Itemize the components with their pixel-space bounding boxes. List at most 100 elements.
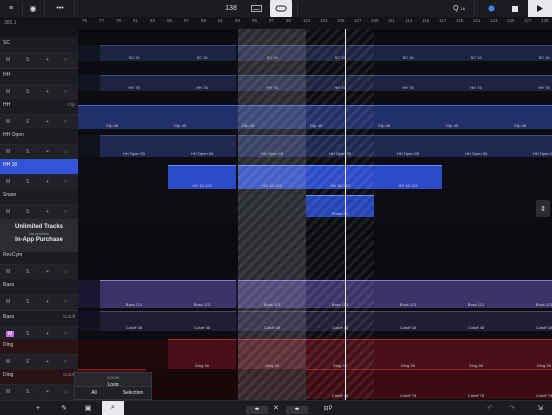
mute-button[interactable]: M <box>6 89 10 95</box>
mute-button[interactable]: M <box>6 119 10 125</box>
clip[interactable]: HH Open 55 <box>168 135 236 157</box>
clip[interactable]: SC 15 <box>374 45 442 61</box>
solo-button[interactable]: S <box>26 331 29 337</box>
mute-button[interactable]: M <box>6 149 10 155</box>
clip[interactable]: HH Open 55 <box>374 135 442 157</box>
redo-icon[interactable]: ↷ <box>506 401 518 415</box>
arm-record-icon[interactable]: ○ <box>64 299 67 305</box>
keyboard-icon[interactable] <box>246 0 266 17</box>
clip[interactable]: Bass 113 <box>442 280 510 308</box>
clip[interactable]: Ding 36 <box>442 339 510 369</box>
clip[interactable]: HH Open 55 <box>100 135 168 157</box>
clip[interactable]: Cutoff 48 <box>510 311 552 331</box>
more-icon[interactable]: ••• <box>50 0 70 17</box>
mute-button[interactable]: M <box>6 209 10 215</box>
clip[interactable]: Cutoff 48 <box>100 311 168 331</box>
nudge-left-button[interactable]: ◂▸ <box>246 406 268 414</box>
solo-button[interactable]: S <box>26 389 29 395</box>
clip[interactable]: Cutoff 78 <box>374 369 442 399</box>
clip[interactable]: HH Open 55 <box>442 135 510 157</box>
clip[interactable]: HH 76 <box>374 75 442 91</box>
track-header[interactable]: Ding <box>0 339 78 355</box>
solo-button[interactable]: S <box>26 57 29 63</box>
nudge-right-button[interactable]: ◂▸ <box>286 406 308 414</box>
arrangement-view[interactable]: SC 15SC 15SC 15SC 15SC 15SC 15SC 15HH 76… <box>78 29 552 400</box>
mute-button[interactable]: M <box>6 179 10 185</box>
stop-button[interactable] <box>508 0 522 17</box>
clip[interactable]: HH Open 55 <box>510 135 552 157</box>
add-clip-icon[interactable]: + <box>46 331 49 337</box>
mute-button[interactable]: M <box>6 331 15 337</box>
select-tool-icon[interactable]: ▣ <box>82 401 94 415</box>
track-header[interactable]: HH Open <box>0 129 78 145</box>
settings-icon[interactable]: ◉ <box>26 0 40 17</box>
clone-clip-icon[interactable]: ⊟P <box>320 401 336 415</box>
vertical-scroll-button[interactable]: ⇕ <box>536 200 550 217</box>
in-app-purchase-promo[interactable]: Unlimited Tracks via onetime In-App Purc… <box>0 219 78 252</box>
clip[interactable]: HH 76 <box>510 75 552 91</box>
clip[interactable]: Bass 113 <box>168 280 236 308</box>
clip[interactable]: Ding 36 <box>510 339 552 369</box>
add-clip-icon[interactable]: + <box>46 149 49 155</box>
arm-record-icon[interactable]: ○ <box>64 331 67 337</box>
zoom-tool-icon[interactable]: ⌕ <box>102 401 124 415</box>
zoom-selection-button[interactable]: Selection <box>113 390 153 396</box>
solo-button[interactable]: S <box>26 119 29 125</box>
clip[interactable]: Clip 45 <box>146 105 214 129</box>
loop-toggle-icon[interactable] <box>270 0 292 17</box>
solo-button[interactable]: S <box>26 299 29 305</box>
clip[interactable]: SC 15 <box>510 45 552 61</box>
record-button[interactable] <box>484 0 498 17</box>
track-header[interactable]: HH 16 <box>0 159 78 175</box>
clip[interactable]: SC 15 <box>168 45 236 61</box>
playhead[interactable] <box>345 29 346 400</box>
edit-wand-icon[interactable]: ✎ <box>58 401 70 415</box>
add-clip-icon[interactable]: + <box>46 89 49 95</box>
mute-button[interactable]: M <box>6 57 10 63</box>
add-icon[interactable]: + <box>32 401 44 415</box>
clip[interactable]: Clip 45 <box>78 105 146 129</box>
add-clip-icon[interactable]: + <box>46 269 49 275</box>
track-header[interactable]: Snare <box>0 189 78 205</box>
clip[interactable]: Cutoff 78 <box>442 369 510 399</box>
clip[interactable]: SC 15 <box>100 45 168 61</box>
solo-button[interactable]: S <box>26 359 29 365</box>
clip[interactable]: Ding 36 <box>374 339 442 369</box>
clip[interactable]: HH 76 <box>100 75 168 91</box>
clip[interactable]: Ding 36 <box>168 339 236 369</box>
track-header[interactable]: HH <box>0 69 78 85</box>
zoom-all-button[interactable]: All <box>75 390 113 396</box>
clip[interactable]: Bass 113 <box>510 280 552 308</box>
mute-button[interactable]: M <box>6 299 10 305</box>
add-clip-icon[interactable]: + <box>46 57 49 63</box>
clip[interactable]: HH 76 <box>168 75 236 91</box>
add-clip-icon[interactable]: + <box>46 299 49 305</box>
clip[interactable]: Cutoff 48 <box>374 311 442 331</box>
track-header[interactable]: Ding Cutoff <box>0 369 78 385</box>
clip[interactable]: Clip 45 <box>418 105 486 129</box>
arm-record-icon[interactable]: ○ <box>64 209 67 215</box>
tempo-display[interactable]: 138 <box>222 0 240 17</box>
arm-record-icon[interactable]: ○ <box>64 389 67 395</box>
track-header[interactable]: Bass <box>0 279 78 295</box>
solo-button[interactable]: S <box>26 179 29 185</box>
clip[interactable]: Bass 113 <box>100 280 168 308</box>
clip[interactable]: Clip 45 <box>486 105 552 129</box>
play-button[interactable] <box>528 0 552 17</box>
resize-icon[interactable]: ⇲ <box>530 401 550 415</box>
solo-button[interactable]: S <box>26 269 29 275</box>
clip[interactable]: SC 15 <box>442 45 510 61</box>
clip[interactable]: Cutoff 48 <box>168 311 236 331</box>
clip[interactable]: Bass 113 <box>374 280 442 308</box>
track-header[interactable]: Bass Cutoff <box>0 311 78 327</box>
add-clip-icon[interactable]: + <box>46 179 49 185</box>
arm-record-icon[interactable]: ○ <box>64 57 67 63</box>
arm-record-icon[interactable]: ○ <box>64 119 67 125</box>
track-header[interactable]: SC <box>0 37 78 53</box>
add-clip-icon[interactable]: + <box>46 389 49 395</box>
undo-icon[interactable]: ↶ <box>484 401 496 415</box>
clip[interactable]: Cutoff 78 <box>510 369 552 399</box>
add-clip-icon[interactable]: + <box>46 119 49 125</box>
arm-record-icon[interactable]: ○ <box>64 179 67 185</box>
solo-button[interactable]: S <box>26 89 29 95</box>
